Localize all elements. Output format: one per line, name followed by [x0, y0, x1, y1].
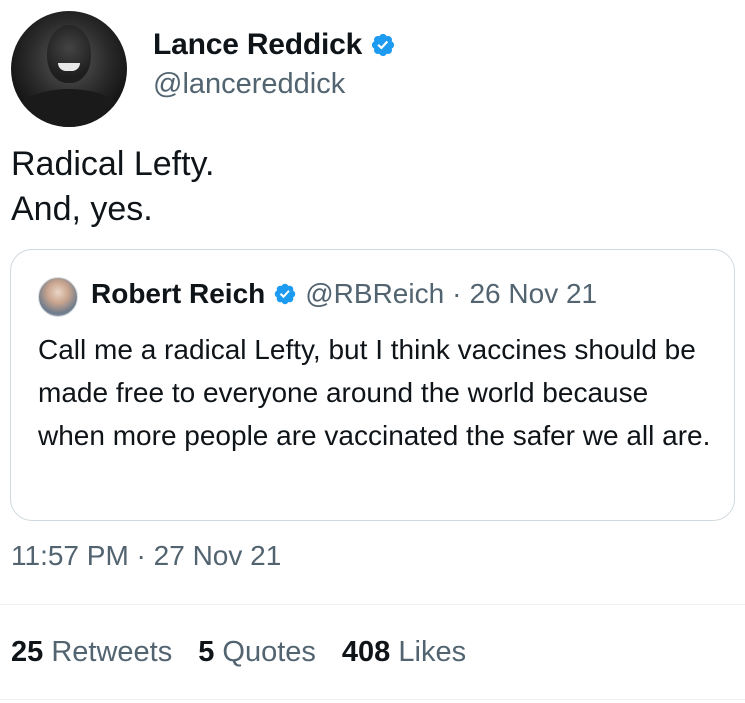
verified-badge-icon	[275, 283, 296, 305]
quoted-author-handle: @RBReich	[305, 278, 445, 309]
avatar-face	[47, 25, 91, 83]
quoted-tweet-card[interactable]: Robert Reich @RBReich · 26 Nov 21 Call m…	[10, 249, 735, 521]
retweets-stat[interactable]: 25 Retweets	[11, 636, 172, 669]
tweet-line: And, yes.	[11, 190, 153, 228]
quoted-author-name: Robert Reich	[91, 278, 266, 309]
retweets-label: Retweets	[51, 636, 173, 668]
quotes-label: Quotes	[222, 636, 316, 668]
divider	[0, 604, 745, 605]
likes-label: Likes	[398, 636, 467, 668]
author-display-name[interactable]: Lance Reddick	[153, 28, 362, 62]
separator-dot: ·	[452, 278, 462, 309]
quoted-author-avatar	[38, 277, 78, 317]
likes-count: 408	[341, 636, 391, 668]
avatar-shoulders	[11, 89, 127, 127]
verified-badge-icon	[372, 33, 395, 57]
author-handle[interactable]: @lancereddick	[153, 68, 345, 101]
tweet-text: Radical Lefty. And, yes.	[11, 142, 214, 232]
engagement-stats: 25 Retweets 5 Quotes 408 Likes	[11, 636, 466, 669]
quoted-tweet-text: Call me a radical Lefty, but I think vac…	[38, 334, 711, 451]
author-avatar[interactable]	[11, 11, 127, 127]
tweet-timestamp[interactable]: 11:57 PM · 27 Nov 21	[11, 540, 281, 572]
quotes-count: 5	[198, 636, 215, 668]
quotes-stat[interactable]: 5 Quotes	[198, 636, 316, 669]
tweet-line: Radical Lefty.	[11, 145, 215, 183]
retweets-count: 25	[11, 636, 44, 668]
divider	[0, 699, 745, 700]
quoted-tweet-header: Robert Reich @RBReich · 26 Nov 21	[91, 278, 597, 310]
likes-stat[interactable]: 408 Likes	[342, 636, 466, 669]
quoted-tweet-date: 26 Nov 21	[469, 278, 598, 309]
author-name-row[interactable]: Lance Reddick	[153, 28, 396, 62]
